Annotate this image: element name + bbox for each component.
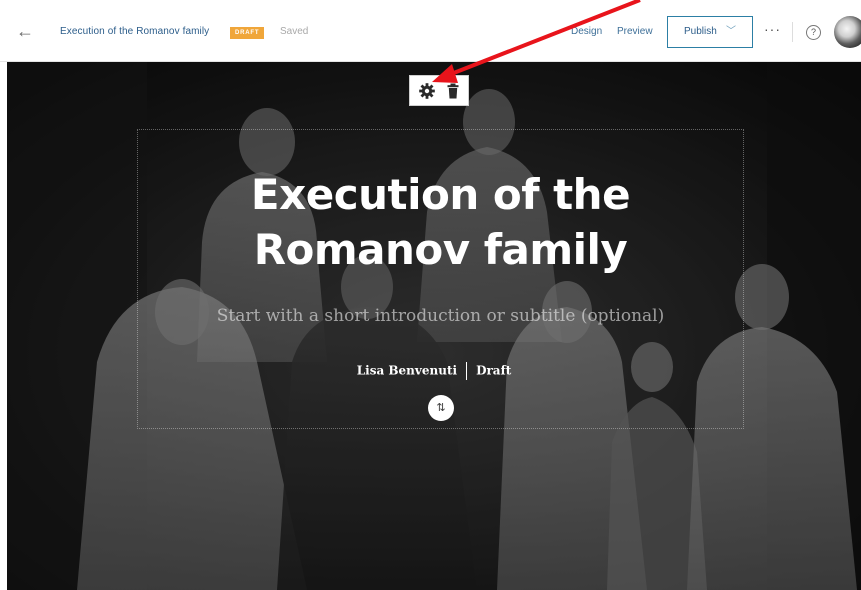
top-bar: ← Execution of the Romanov family DRAFT … — [0, 0, 861, 62]
subtitle-field[interactable]: Start with a short introduction or subti… — [137, 306, 744, 326]
arrow-left-icon: ← — [16, 21, 34, 41]
byline-divider — [466, 362, 468, 380]
save-status: Saved — [280, 26, 309, 37]
chevron-down-icon: ﹀ — [726, 26, 736, 37]
byline-status: Draft — [476, 363, 512, 378]
avatar[interactable] — [834, 16, 861, 48]
publish-button[interactable]: Publish ﹀ — [667, 16, 753, 48]
help-button[interactable]: ? — [806, 25, 821, 40]
help-icon: ? — [810, 27, 816, 37]
design-link[interactable]: Design — [571, 26, 602, 37]
publish-label: Publish — [684, 26, 717, 37]
swap-layout-button[interactable]: ⇅ — [428, 395, 454, 421]
trash-icon[interactable] — [444, 82, 462, 100]
more-options-button[interactable]: ··· — [764, 21, 781, 37]
cover-title-line: Romanov family — [253, 225, 628, 274]
cover-title[interactable]: Execution of the Romanov family — [137, 167, 744, 277]
story-cover[interactable]: Execution of the Romanov family Start wi… — [7, 62, 861, 590]
cover-title-line: Execution of the — [250, 170, 631, 219]
header-divider — [792, 22, 793, 42]
swap-icon: ⇅ — [436, 402, 446, 414]
preview-link[interactable]: Preview — [617, 26, 653, 37]
byline: Lisa Benvenuti Draft — [7, 362, 861, 380]
gear-icon[interactable] — [418, 82, 436, 100]
status-badge: DRAFT — [230, 27, 265, 39]
author-name[interactable]: Lisa Benvenuti — [357, 364, 457, 378]
story-title: Execution of the Romanov family — [60, 26, 210, 37]
back-button[interactable]: ← — [14, 20, 36, 42]
cover-toolbar — [409, 75, 469, 106]
